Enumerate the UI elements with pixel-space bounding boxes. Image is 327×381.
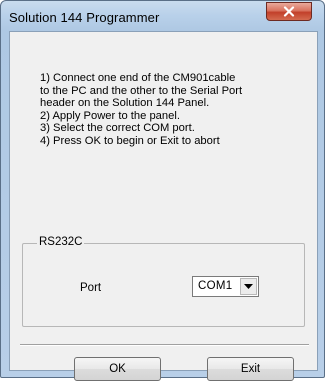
- port-label: Port: [80, 282, 102, 294]
- instruction-line: header on the Solution 144 Panel.: [40, 97, 210, 110]
- exit-button[interactable]: Exit: [207, 357, 294, 381]
- instruction-line: 4) Press OK to begin or Exit to abort: [40, 134, 220, 147]
- instructions-text: 1) Connect one end of the CM901cable to …: [40, 72, 290, 148]
- ok-button[interactable]: OK: [74, 357, 161, 381]
- instruction-line: to the PC and the other to the Serial Po…: [40, 84, 243, 97]
- rs232c-group-title: RS232C: [37, 236, 85, 248]
- rs232c-groupbox: [22, 243, 305, 327]
- close-icon: [283, 6, 295, 17]
- instruction-line: 2) Apply Power to the panel.: [40, 109, 180, 122]
- dialog-window: Solution 144 Programmer 1) Connect one e…: [0, 0, 325, 381]
- title-bar[interactable]: Solution 144 Programmer: [1, 1, 324, 31]
- port-select-value: COM1: [198, 280, 233, 292]
- instruction-line: 1) Connect one end of the CM901cable: [40, 72, 236, 84]
- separator-line: [20, 344, 309, 346]
- port-select[interactable]: COM1: [192, 276, 259, 297]
- close-button[interactable]: [266, 2, 312, 21]
- port-dropdown-button[interactable]: [240, 278, 257, 295]
- instruction-line: 3) Select the correct COM port.: [40, 122, 195, 135]
- window-title: Solution 144 Programmer: [9, 10, 160, 25]
- dialog-client-area: 1) Connect one end of the CM901cable to …: [9, 31, 318, 381]
- chevron-down-icon: [244, 284, 253, 289]
